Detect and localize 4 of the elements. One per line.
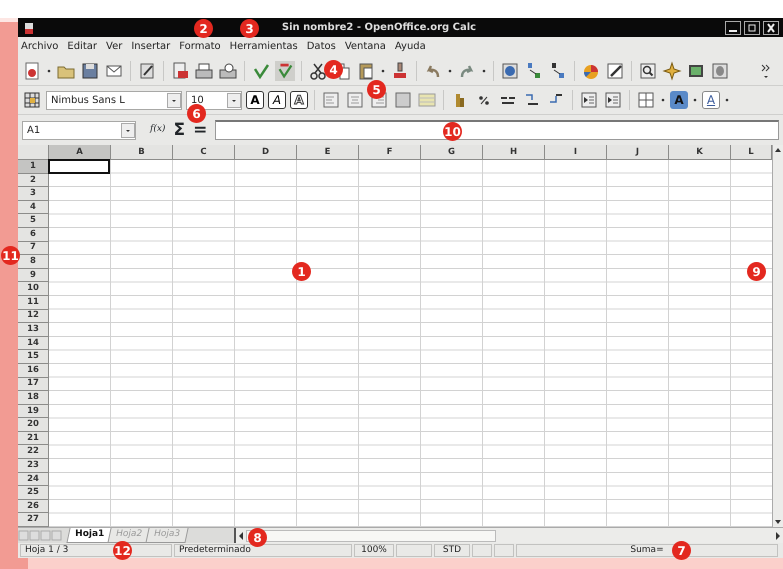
- zoom-level: 100%: [354, 544, 394, 557]
- page-style-label: Predeterminado: [174, 544, 352, 557]
- selection-mode: STD: [434, 544, 470, 557]
- window-title: Sin nombre2 - OpenOffice.org Calc: [282, 21, 476, 35]
